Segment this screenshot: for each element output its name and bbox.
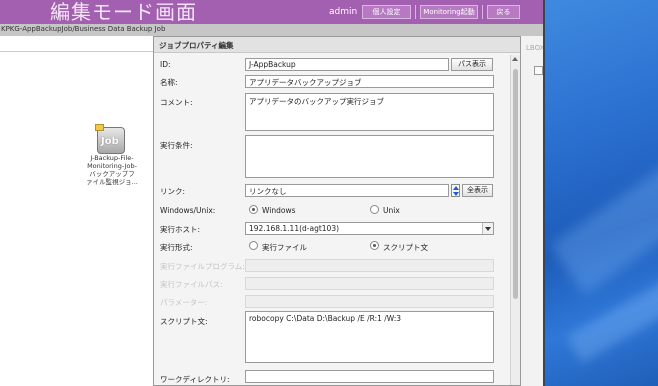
windows-radio-label: Windows: [262, 206, 296, 215]
page-title: 編集モード画面: [50, 0, 197, 24]
personal-settings-button[interactable]: 個人設定: [362, 5, 411, 19]
header-divider: [415, 5, 416, 19]
executable-radio[interactable]: [249, 241, 258, 250]
executable-radio-label: 実行ファイル: [262, 243, 307, 252]
app-window: 編集モード画面 admin 個人設定 Monitoring起動 戻る KPKG-…: [0, 0, 545, 386]
unix-radio[interactable]: [370, 205, 379, 214]
link-label: リンク:: [160, 187, 186, 196]
breadcrumb: KPKG-AppBackupJob/Business Data Backup J…: [0, 24, 543, 36]
job-node-label-line: J-Backup-File-: [90, 154, 134, 162]
chevron-down-icon[interactable]: [482, 223, 493, 234]
condition-label: 実行条件:: [160, 141, 193, 150]
condition-textarea[interactable]: [245, 135, 494, 178]
app-header: 編集モード画面 admin 個人設定 Monitoring起動 戻る: [0, 0, 543, 24]
back-button[interactable]: 戻る: [487, 5, 520, 19]
canvas-right-strip: [520, 36, 543, 386]
link-spinner[interactable]: [451, 184, 460, 197]
format-label: 実行形式:: [160, 243, 193, 252]
windows-radio[interactable]: [249, 205, 258, 214]
dialog-title: ジョブプロパティ編集: [159, 41, 234, 50]
workdir-field[interactable]: [245, 370, 494, 383]
host-select-value: 192.168.1.11(d-agt103): [249, 224, 340, 233]
window-control-icon[interactable]: [534, 66, 543, 75]
show-all-button[interactable]: 全表示: [462, 184, 493, 197]
side-label: LBOX: [526, 44, 545, 52]
host-label: 実行ホスト:: [160, 225, 201, 234]
breadcrumb-path: KPKG-AppBackupJob/Business Data Backup J…: [1, 25, 166, 33]
exec-path-label: 実行ファイルパス:: [160, 280, 223, 289]
header-divider: [482, 5, 483, 19]
workdir-label: ワークディレクトリ:: [160, 375, 230, 384]
dialog-scrollbar[interactable]: [510, 55, 520, 385]
link-field[interactable]: リンクなし: [245, 184, 449, 197]
script-radio[interactable]: [370, 241, 379, 250]
parameter-label: パラメーター:: [160, 298, 208, 307]
script-textarea[interactable]: robocopy C:\Data D:\Backup /E /R:1 /W:3: [245, 311, 494, 363]
current-user: admin: [329, 7, 358, 17]
script-label: スクリプト文:: [160, 317, 208, 326]
job-property-dialog: ジョブプロパティ編集 ID: J-AppBackup パス表示 名称: アプリデ…: [153, 36, 521, 386]
job-node-label: J-Backup-File- Monitoring-Job- バックアップフ ァイル監…: [72, 154, 152, 186]
job-node-label-line: バックアップフ: [89, 170, 135, 178]
job-node-label-line: Monitoring-Job-: [87, 162, 137, 170]
job-node-label-line: ァイル監視ジョ...: [86, 178, 138, 186]
script-radio-label: スクリプト文: [383, 243, 428, 252]
desktop-light-streak: [550, 165, 658, 295]
name-field[interactable]: アプリデータバックアップジョブ: [245, 75, 494, 88]
job-icon-text: Job: [101, 136, 119, 147]
comment-textarea[interactable]: アプリデータのバックアップ実行ジョブ: [245, 93, 494, 131]
comment-label: コメント:: [160, 98, 193, 107]
program-label: 実行ファイルプログラム:: [160, 262, 245, 271]
id-label: ID:: [160, 60, 171, 69]
name-label: 名称:: [160, 78, 178, 87]
exec-path-field: [245, 277, 494, 290]
path-display-button[interactable]: パス表示: [451, 58, 493, 71]
parameter-field: [245, 295, 494, 308]
desktop-background: [545, 0, 658, 386]
monitoring-start-button[interactable]: Monitoring起動: [420, 5, 478, 19]
unix-radio-label: Unix: [383, 206, 400, 215]
job-node-icon[interactable]: Job: [95, 124, 125, 154]
host-select[interactable]: 192.168.1.11(d-agt103): [245, 222, 494, 235]
canvas-divider: [0, 51, 153, 52]
id-field[interactable]: J-AppBackup: [245, 58, 449, 71]
dialog-titlebar: ジョブプロパティ編集: [154, 37, 520, 53]
folder-icon: [95, 124, 104, 131]
scrollbar-thumb[interactable]: [513, 69, 518, 299]
program-field: [245, 259, 494, 272]
os-label: Windows/Unix:: [160, 206, 216, 215]
scroll-up-icon[interactable]: [512, 57, 518, 61]
job-canvas[interactable]: [0, 36, 153, 386]
